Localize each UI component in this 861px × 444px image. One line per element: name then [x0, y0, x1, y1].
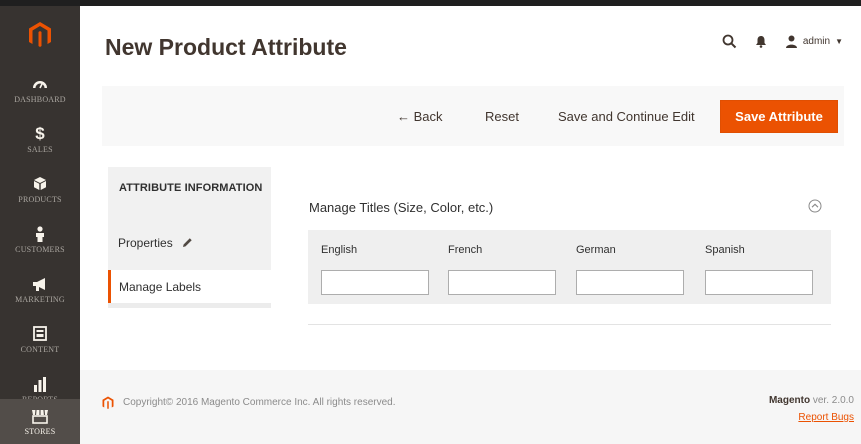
sidebar-item-customers[interactable]: CUSTOMERS [0, 214, 80, 264]
section-divider [308, 324, 831, 325]
bell-icon[interactable] [755, 35, 767, 48]
back-button[interactable]: ← Back [397, 100, 443, 133]
brand-name: Magento [768, 395, 811, 406]
section-title: Manage Titles (Size, Color, etc.) [309, 200, 494, 215]
page-actions-bar: ← Back Reset Save and Continue Edit Save… [102, 86, 844, 146]
version-info: Magento ver. 2.0.0 [769, 395, 854, 406]
header-actions: admin ▼ [722, 34, 843, 49]
labels-grid: English French German Spanish [308, 230, 831, 304]
english-label-input[interactable] [321, 270, 429, 295]
sidebar-item-products[interactable]: PRODUCTS [0, 164, 80, 214]
report-bugs-link[interactable]: Report Bugs [798, 412, 854, 423]
user-icon [785, 35, 798, 48]
main-content: New Product Attribute admin ▼ ← Back Res… [80, 6, 861, 444]
sidebar-item-label: SALES [27, 144, 53, 154]
tabs-bottom-edge [108, 303, 271, 308]
sidebar-item-label: PRODUCTS [18, 194, 62, 204]
attribute-tabs: ATTRIBUTE INFORMATION Properties Manage … [108, 167, 271, 308]
sidebar-item-stores[interactable]: STORES [0, 399, 80, 444]
page-title: New Product Attribute [105, 34, 347, 60]
megaphone-icon [32, 275, 48, 293]
save-and-continue-button[interactable]: Save and Continue Edit [558, 100, 695, 133]
collapse-icon[interactable] [808, 199, 822, 213]
tabs-heading: ATTRIBUTE INFORMATION [119, 182, 263, 194]
sidebar-item-label: STORES [24, 427, 56, 436]
sidebar-item-sales[interactable]: $ SALES [0, 114, 80, 164]
french-label-input[interactable] [448, 270, 556, 295]
pencil-icon [182, 236, 193, 251]
user-menu[interactable]: admin ▼ [785, 35, 843, 48]
sidebar-item-dashboard[interactable]: DASHBOARD [0, 64, 80, 114]
admin-page: DASHBOARD $ SALES PRODUCTS CUSTOMERS MAR… [0, 0, 861, 444]
magento-logo-icon [102, 396, 114, 415]
sidebar-item-label: MARKETING [15, 294, 65, 304]
reset-button[interactable]: Reset [485, 100, 519, 133]
sidebar-item-marketing[interactable]: MARKETING [0, 264, 80, 314]
speedometer-icon [32, 75, 48, 93]
column-header: English [321, 244, 358, 256]
sidebar-item-label: CONTENT [20, 344, 60, 354]
store-icon [31, 407, 49, 425]
layout-icon [33, 325, 47, 343]
tab-label: Manage Labels [119, 279, 202, 294]
magento-logo-icon[interactable] [0, 6, 80, 64]
tab-properties[interactable]: Properties [108, 221, 271, 265]
sidebar-item-content[interactable]: CONTENT [0, 314, 80, 364]
column-header: German [576, 244, 616, 256]
tab-manage-labels[interactable]: Manage Labels [108, 270, 271, 303]
sidebar-nav: DASHBOARD $ SALES PRODUCTS CUSTOMERS MAR… [0, 6, 80, 444]
dollar-icon: $ [35, 123, 45, 143]
cube-icon [33, 175, 47, 193]
column-header: French [448, 244, 483, 256]
caret-down-icon: ▼ [835, 37, 843, 46]
page-footer: Copyright© 2016 Magento Commerce Inc. Al… [80, 370, 861, 444]
tab-label: Properties [118, 236, 173, 250]
person-icon [35, 225, 45, 243]
version-number: ver. 2.0.0 [812, 395, 854, 406]
sidebar-item-label: DASHBOARD [14, 94, 66, 104]
column-header: Spanish [705, 244, 745, 256]
spanish-label-input[interactable] [705, 270, 813, 295]
german-label-input[interactable] [576, 270, 684, 295]
username: admin [802, 36, 831, 47]
sidebar-item-label: CUSTOMERS [15, 244, 65, 254]
bar-chart-icon [33, 375, 47, 393]
save-attribute-button[interactable]: Save Attribute [720, 100, 838, 133]
search-icon[interactable] [722, 34, 737, 49]
copyright-text: Copyright© 2016 Magento Commerce Inc. Al… [123, 397, 396, 408]
